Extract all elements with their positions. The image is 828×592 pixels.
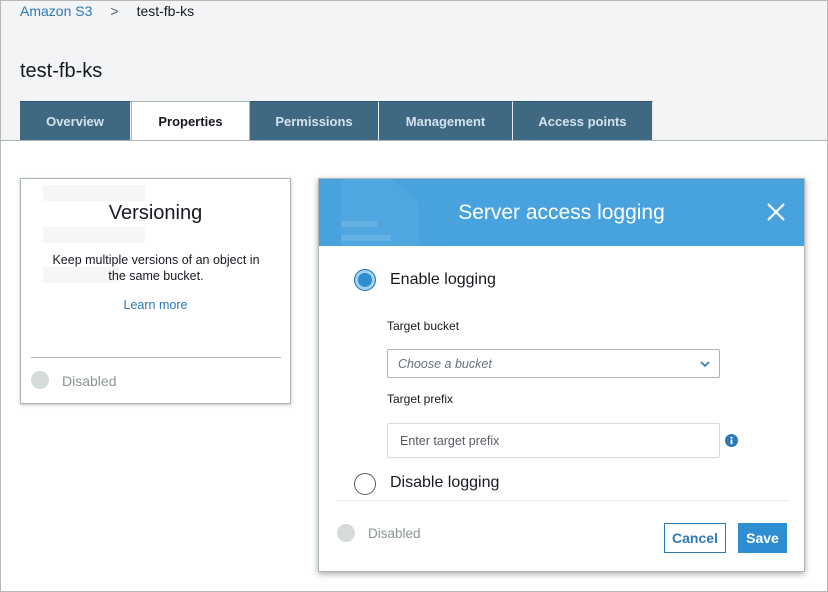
target-prefix-input[interactable] (387, 423, 720, 458)
dialog-header: Server access logging (319, 179, 804, 246)
tab-overview[interactable]: Overview (20, 101, 131, 140)
versioning-card[interactable]: Versioning Keep multiple versions of an … (20, 178, 291, 404)
chevron-down-icon (700, 361, 710, 368)
learn-more-link[interactable]: Learn more (21, 298, 290, 312)
status-dot-icon (31, 371, 49, 389)
header-divider (1, 140, 827, 141)
save-button[interactable]: Save (738, 523, 787, 553)
target-prefix-label: Target prefix (387, 392, 454, 406)
versioning-title: Versioning (108, 202, 203, 224)
breadcrumb: Amazon S3 > test-fb-ks (20, 3, 194, 19)
versioning-description: Keep multiple versions of an object in t… (52, 253, 260, 283)
cancel-button[interactable]: Cancel (664, 523, 726, 553)
tab-permissions[interactable]: Permissions (250, 101, 379, 140)
card-divider (31, 357, 281, 358)
target-bucket-label: Target bucket (387, 319, 460, 333)
logging-status: Disabled (368, 526, 421, 541)
enable-logging-label[interactable]: Enable logging (390, 271, 496, 289)
disable-logging-label[interactable]: Disable logging (390, 474, 499, 492)
breadcrumb-root-link[interactable]: Amazon S3 (20, 3, 92, 19)
placeholder-bar (43, 185, 145, 201)
tab-properties[interactable]: Properties (131, 101, 250, 141)
dialog-divider (337, 500, 789, 501)
tab-bar: Overview Properties Permissions Manageme… (20, 101, 653, 141)
dialog-title: Server access logging (458, 201, 665, 224)
info-icon[interactable] (725, 434, 738, 447)
target-bucket-placeholder: Choose a bucket (398, 357, 492, 371)
server-access-logging-dialog: Server access logging Enable logging Tar… (318, 178, 805, 572)
status-dot-icon (337, 524, 355, 542)
disable-logging-radio[interactable] (354, 473, 376, 495)
breadcrumb-separator: > (110, 3, 119, 19)
close-icon[interactable] (766, 202, 786, 222)
tab-access-points[interactable]: Access points (513, 101, 653, 140)
versioning-status: Disabled (62, 373, 117, 389)
tab-management[interactable]: Management (379, 101, 513, 140)
placeholder-bar (43, 227, 145, 243)
enable-logging-radio[interactable] (354, 269, 376, 291)
target-bucket-select[interactable]: Choose a bucket (387, 349, 720, 378)
page-title: test-fb-ks (20, 60, 103, 82)
breadcrumb-current: test-fb-ks (136, 3, 195, 19)
